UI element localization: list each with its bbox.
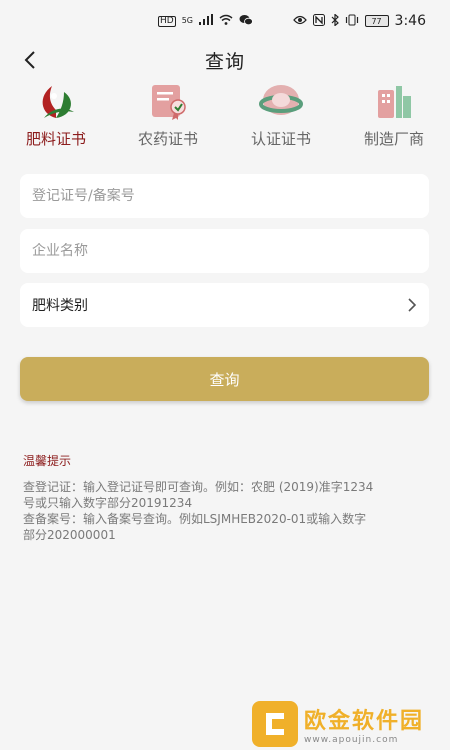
fertilizer-leaf-icon bbox=[34, 82, 78, 122]
tab-label: 肥料证书 bbox=[25, 130, 86, 148]
bluetooth-icon bbox=[331, 12, 339, 29]
category-tabs: 肥料证书 农药证书 认证证书 制造厂商 bbox=[0, 82, 450, 154]
category-select-value: 肥料类别 bbox=[32, 298, 88, 314]
tab-label: 认证证书 bbox=[250, 130, 311, 148]
tab-manufacturer[interactable]: 制造厂商 bbox=[344, 82, 444, 154]
tab-label: 制造厂商 bbox=[363, 130, 424, 148]
eye-icon bbox=[292, 14, 307, 28]
status-bar: HD 5G 77 3:46 bbox=[0, 0, 450, 42]
wechat-icon bbox=[239, 14, 253, 29]
watermark-logo-icon bbox=[252, 701, 298, 747]
status-left-icons: HD 5G bbox=[158, 14, 253, 29]
hd-icon: HD bbox=[158, 15, 176, 27]
tips-line: 查备案号：输入备案号查询。例如LSJMHEB2020-01或输入数字 bbox=[23, 512, 367, 526]
chevron-right-icon bbox=[407, 297, 417, 313]
fertilizer-category-select[interactable]: 肥料类别 bbox=[20, 283, 429, 327]
site-watermark: 欧金软件园 www.apoujin.com bbox=[252, 698, 450, 750]
tips-line: 查登记证：输入登记证号即可查询。例如：农肥 (2019)准字1234 bbox=[23, 480, 374, 494]
watermark-url: www.apoujin.com bbox=[304, 735, 399, 745]
tab-certification-certificate[interactable]: 认证证书 bbox=[231, 82, 331, 154]
tips-text: 查登记证：输入登记证号即可查询。例如：农肥 (2019)准字1234 号或只输入… bbox=[23, 479, 431, 543]
back-button[interactable] bbox=[16, 46, 44, 74]
status-right-icons: 77 3:46 bbox=[292, 12, 426, 29]
seal-icon bbox=[259, 82, 303, 122]
wifi-icon bbox=[219, 14, 233, 28]
page-title: 查询 bbox=[204, 50, 245, 73]
tab-fertilizer-certificate[interactable]: 肥料证书 bbox=[6, 82, 106, 154]
registration-number-field[interactable] bbox=[20, 174, 429, 218]
tips-line: 部分202000001 bbox=[23, 528, 116, 542]
battery-icon: 77 bbox=[364, 15, 389, 27]
tips-line: 号或只输入数字部分20191234 bbox=[23, 496, 193, 510]
factory-building-icon bbox=[372, 82, 416, 122]
chevron-left-icon bbox=[24, 51, 35, 69]
tab-pesticide-certificate[interactable]: 农药证书 bbox=[118, 82, 218, 154]
tips-section: 温馨提示 查登记证：输入登记证号即可查询。例如：农肥 (2019)准字1234 … bbox=[23, 452, 431, 543]
watermark-name: 欧金软件园 bbox=[304, 709, 425, 734]
status-time: 3:46 bbox=[394, 13, 426, 29]
certificate-icon bbox=[146, 82, 190, 122]
tab-label: 农药证书 bbox=[137, 130, 198, 148]
vibrate-icon bbox=[345, 14, 359, 29]
5g-icon: 5G bbox=[181, 16, 193, 25]
watermark-text: 欧金软件园 www.apoujin.com bbox=[304, 703, 424, 745]
query-button[interactable]: 查询 bbox=[20, 357, 429, 401]
nav-bar: 查询 bbox=[0, 42, 450, 78]
registration-number-input[interactable] bbox=[32, 188, 417, 204]
tips-title: 温馨提示 bbox=[23, 454, 72, 468]
nfc-icon bbox=[312, 13, 325, 29]
company-name-field[interactable] bbox=[20, 229, 429, 273]
signal-icon bbox=[199, 14, 213, 28]
company-name-input[interactable] bbox=[32, 243, 417, 259]
